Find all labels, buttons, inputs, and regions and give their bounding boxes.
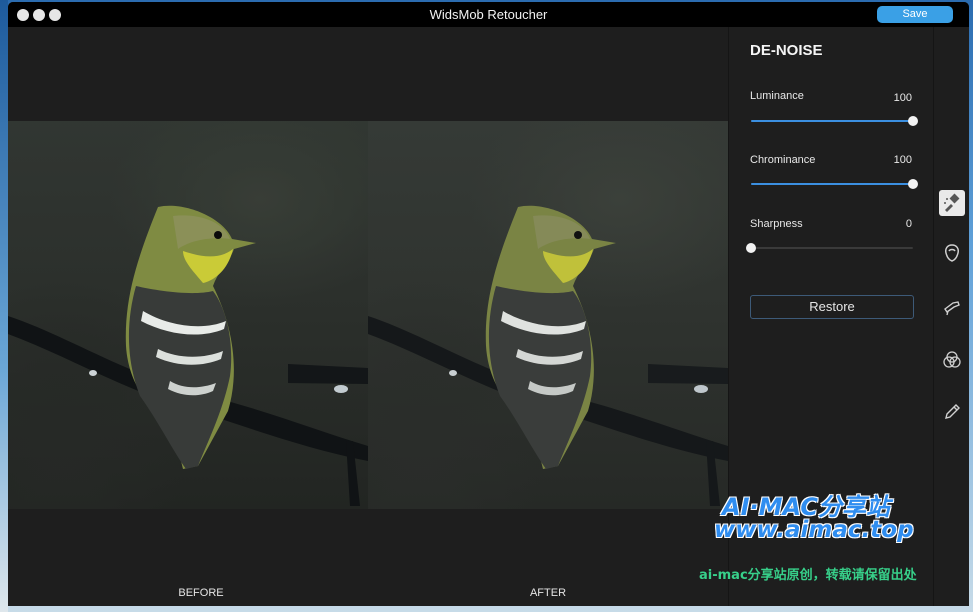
watermark-notice: ai-mac分享站原创，转载请保留出处 bbox=[699, 568, 917, 583]
pencil-tool-button[interactable] bbox=[939, 399, 965, 425]
denoise-brush-icon bbox=[944, 193, 960, 212]
save-button[interactable]: Save bbox=[877, 6, 953, 23]
chrominance-slider-fill bbox=[751, 183, 913, 185]
chrominance-label: Chrominance bbox=[750, 154, 816, 166]
denoise-tool-button[interactable] bbox=[939, 190, 965, 216]
chrominance-value: 100 bbox=[893, 154, 912, 166]
sharpness-label: Sharpness bbox=[750, 218, 803, 230]
sharpness-slider-thumb[interactable] bbox=[746, 243, 756, 253]
color-circles-icon bbox=[943, 351, 961, 368]
watermark-url: www.aimac.top bbox=[714, 517, 914, 543]
luminance-value: 100 bbox=[893, 92, 912, 104]
luminance-label: Luminance bbox=[750, 90, 804, 102]
portrait-tool-button[interactable] bbox=[939, 240, 965, 266]
bird-photo-before bbox=[8, 205, 368, 506]
after-image bbox=[368, 121, 728, 509]
desktop-background bbox=[0, 0, 8, 612]
color-tool-button[interactable] bbox=[939, 347, 965, 373]
pencil-icon bbox=[945, 404, 960, 419]
portrait-icon bbox=[945, 244, 959, 262]
image-canvas[interactable]: BEFORE AFTER bbox=[8, 27, 728, 606]
panel-title: DE-NOISE bbox=[750, 42, 823, 59]
hair-dryer-icon bbox=[944, 301, 960, 316]
sharpness-slider[interactable] bbox=[746, 243, 913, 253]
title-bar: WidsMob Retoucher Save bbox=[8, 2, 969, 27]
before-label: BEFORE bbox=[178, 587, 224, 599]
chrominance-slider[interactable] bbox=[751, 179, 918, 189]
luminance-slider-fill bbox=[751, 120, 913, 122]
hair-dryer-tool-button[interactable] bbox=[939, 294, 965, 320]
chrominance-slider-thumb[interactable] bbox=[908, 179, 918, 189]
after-label: AFTER bbox=[529, 587, 567, 599]
restore-button[interactable]: Restore bbox=[750, 295, 914, 319]
luminance-slider[interactable] bbox=[751, 116, 918, 126]
luminance-slider-thumb[interactable] bbox=[908, 116, 918, 126]
sharpness-value: 0 bbox=[905, 218, 912, 230]
tool-sidebar bbox=[933, 27, 969, 606]
window-title: WidsMob Retoucher bbox=[429, 7, 548, 22]
bird-photo-after bbox=[368, 205, 728, 506]
before-image bbox=[8, 121, 368, 509]
